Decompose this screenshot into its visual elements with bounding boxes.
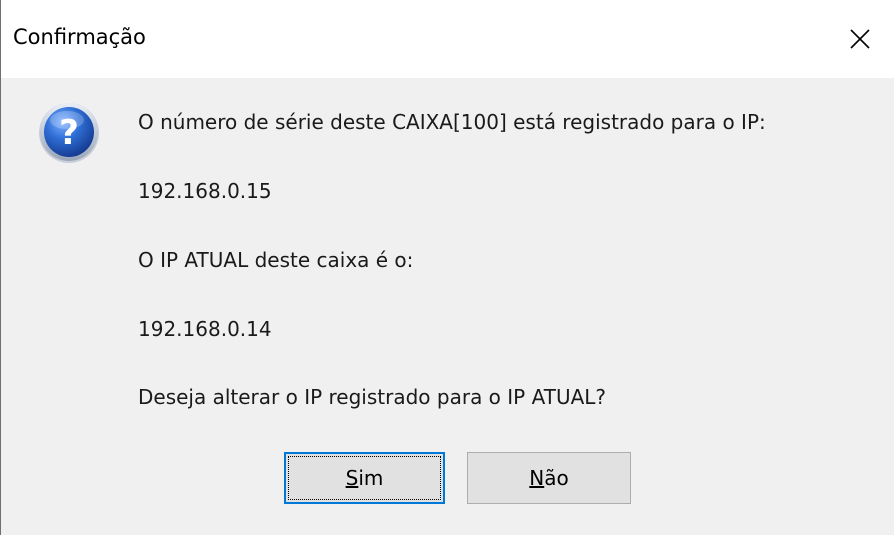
window-title: Confirmação	[13, 25, 146, 49]
message-question: Deseja alterar o IP registrado para o IP…	[138, 385, 607, 409]
confirmation-dialog: Confirmação ? O número de série deste CA…	[0, 0, 894, 535]
focus-rectangle	[288, 456, 441, 500]
question-icon: ?	[39, 103, 99, 163]
current-ip-value: 192.168.0.14	[138, 317, 272, 341]
svg-text:?: ?	[59, 113, 79, 153]
no-button-label: Não	[529, 466, 569, 490]
registered-ip-value: 192.168.0.15	[138, 179, 272, 203]
dialog-body: ? O número de série deste CAIXA[100] est…	[1, 78, 894, 535]
title-bar[interactable]: Confirmação	[1, 0, 894, 78]
close-icon	[850, 29, 870, 49]
no-button[interactable]: Não	[467, 452, 631, 504]
message-current-ip: O IP ATUAL deste caixa é o:	[138, 248, 414, 272]
close-button[interactable]	[826, 0, 894, 78]
message-serial-registered: O número de série deste CAIXA[100] está …	[138, 110, 766, 134]
yes-button[interactable]: Sim	[284, 452, 445, 504]
